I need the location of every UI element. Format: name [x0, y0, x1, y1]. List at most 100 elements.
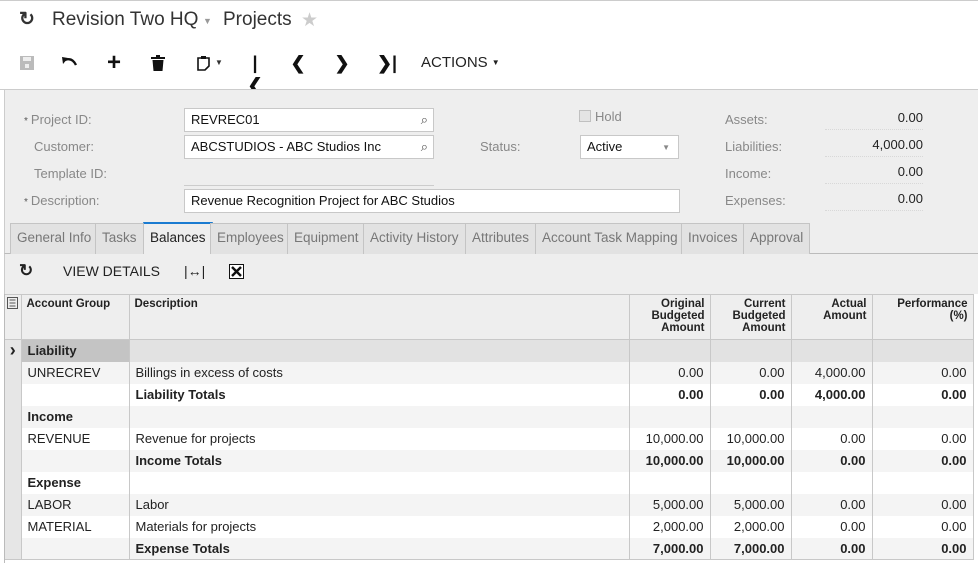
row-selector[interactable] — [5, 383, 22, 406]
project-id-input[interactable]: REVREC01 ⌕ — [184, 108, 434, 132]
cell-current-budgeted[interactable]: 10,000.00 — [710, 427, 792, 450]
cell-current-budgeted[interactable] — [710, 471, 792, 494]
table-row[interactable]: UNRECREV Billings in excess of costs 0.00 0… — [5, 361, 974, 384]
cell-original-budgeted[interactable]: 0.00 — [629, 383, 711, 406]
cell-account-group[interactable]: Liability — [21, 339, 130, 362]
row-selector[interactable] — [5, 449, 22, 472]
add-button[interactable]: + — [104, 51, 124, 75]
undo-button[interactable] — [60, 52, 80, 74]
column-header-current-budgeted[interactable]: Current Budgeted Amount — [710, 294, 792, 340]
column-header-description[interactable]: Description — [129, 294, 630, 340]
table-row[interactable]: REVENUE Revenue for projects 10,000.00 10,0… — [5, 427, 974, 450]
tab-account-task-mapping[interactable]: Account Task Mapping — [535, 223, 685, 254]
tab-equipment[interactable]: Equipment — [287, 223, 366, 254]
total-row[interactable]: Expense Totals 7,000.00 7,000.00 0.00 0.00 — [5, 537, 974, 560]
cell-account-group[interactable] — [21, 383, 130, 406]
caret-down-icon[interactable]: ▼ — [203, 16, 212, 26]
row-selector[interactable] — [5, 515, 22, 538]
column-header-actual[interactable]: Actual Amount — [791, 294, 873, 340]
cell-current-budgeted[interactable] — [710, 405, 792, 428]
cell-original-budgeted[interactable]: 0.00 — [629, 361, 711, 384]
cell-description[interactable] — [129, 405, 630, 428]
tab-approval[interactable]: Approval — [743, 223, 811, 254]
cell-description[interactable]: Billings in excess of costs — [129, 361, 630, 384]
clipboard-button[interactable]: ▼ — [194, 52, 226, 74]
table-row[interactable]: LABOR Labor 5,000.00 5,000.00 0.00 0.00 — [5, 493, 974, 516]
cell-actual[interactable] — [791, 471, 873, 494]
cell-account-group[interactable]: UNRECREV — [21, 361, 130, 384]
refresh-icon[interactable]: ↻ — [19, 10, 37, 30]
cell-actual[interactable]: 0.00 — [791, 537, 873, 560]
cell-actual[interactable] — [791, 339, 873, 362]
cell-current-budgeted[interactable]: 0.00 — [710, 383, 792, 406]
cell-actual[interactable]: 4,000.00 — [791, 383, 873, 406]
star-icon[interactable]: ★ — [301, 9, 318, 32]
cell-performance[interactable]: 0.00 — [872, 493, 974, 516]
cell-account-group[interactable]: Expense — [21, 471, 130, 494]
cell-original-budgeted[interactable] — [629, 405, 711, 428]
view-details-button[interactable]: VIEW DETAILS — [63, 263, 160, 279]
cell-actual[interactable]: 0.00 — [791, 449, 873, 472]
total-row[interactable]: Income Totals 10,000.00 10,000.00 0.00 0.00 — [5, 449, 974, 472]
row-selector[interactable] — [5, 493, 22, 516]
cell-account-group[interactable]: LABOR — [21, 493, 130, 516]
cell-performance[interactable]: 0.00 — [872, 361, 974, 384]
row-selector[interactable] — [5, 427, 22, 450]
description-input[interactable]: Revenue Recognition Project for ABC Stud… — [184, 189, 680, 213]
cell-account-group[interactable]: MATERIAL — [21, 515, 130, 538]
cell-performance[interactable] — [872, 471, 974, 494]
cell-original-budgeted[interactable]: 10,000.00 — [629, 449, 711, 472]
cell-original-budgeted[interactable]: 10,000.00 — [629, 427, 711, 450]
search-icon[interactable]: ⌕ — [421, 139, 428, 155]
export-excel-button[interactable] — [229, 264, 244, 282]
cell-performance[interactable]: 0.00 — [872, 383, 974, 406]
cell-original-budgeted[interactable] — [629, 339, 711, 362]
cell-description[interactable]: Liability Totals — [129, 383, 630, 406]
hold-checkbox[interactable]: Hold — [579, 109, 622, 124]
template-id-input[interactable] — [184, 162, 434, 186]
cell-original-budgeted[interactable] — [629, 471, 711, 494]
delete-button[interactable] — [148, 52, 168, 74]
cell-actual[interactable]: 0.00 — [791, 515, 873, 538]
group-row[interactable]: Expense — [5, 471, 974, 494]
cell-description[interactable] — [129, 471, 630, 494]
total-row[interactable]: Liability Totals 0.00 0.00 4,000.00 0.00 — [5, 383, 974, 406]
save-button[interactable] — [18, 52, 36, 74]
cell-actual[interactable]: 0.00 — [791, 427, 873, 450]
first-record-button[interactable]: |❮ — [245, 52, 265, 95]
cell-current-budgeted[interactable]: 5,000.00 — [710, 493, 792, 516]
row-selector[interactable]: › — [5, 339, 22, 362]
cell-description[interactable]: Revenue for projects — [129, 427, 630, 450]
cell-performance[interactable] — [872, 405, 974, 428]
search-icon[interactable]: ⌕ — [421, 112, 428, 128]
row-selector[interactable] — [5, 471, 22, 494]
tab-invoices[interactable]: Invoices — [681, 223, 745, 254]
tab-balances[interactable]: Balances — [143, 222, 213, 255]
company-selector[interactable]: Revision Two HQ — [52, 9, 198, 31]
cell-account-group[interactable] — [21, 537, 130, 560]
cell-current-budgeted[interactable]: 7,000.00 — [710, 537, 792, 560]
next-button[interactable]: ❯ — [332, 52, 352, 74]
cell-current-budgeted[interactable]: 0.00 — [710, 361, 792, 384]
table-row[interactable]: MATERIAL Materials for projects 2,000.00 2,… — [5, 515, 974, 538]
cell-original-budgeted[interactable]: 2,000.00 — [629, 515, 711, 538]
row-selector[interactable] — [5, 361, 22, 384]
cell-performance[interactable]: 0.00 — [872, 449, 974, 472]
group-row[interactable]: › Liability — [5, 339, 974, 362]
row-selector[interactable] — [5, 405, 22, 428]
cell-performance[interactable]: 0.00 — [872, 515, 974, 538]
actions-menu-button[interactable]: ACTIONS ▼ — [421, 52, 500, 74]
customer-input[interactable]: ABCSTUDIOS - ABC Studios Inc ⌕ — [184, 135, 434, 159]
tab-employees[interactable]: Employees — [210, 223, 291, 254]
tab-activity-history[interactable]: Activity History — [363, 223, 466, 254]
cell-description[interactable] — [129, 339, 630, 362]
cell-actual[interactable] — [791, 405, 873, 428]
cell-description[interactable]: Labor — [129, 493, 630, 516]
tab-tasks[interactable]: Tasks — [95, 223, 144, 254]
cell-description[interactable]: Income Totals — [129, 449, 630, 472]
cell-account-group[interactable] — [21, 449, 130, 472]
tab-attributes[interactable]: Attributes — [465, 223, 537, 254]
cell-original-budgeted[interactable]: 7,000.00 — [629, 537, 711, 560]
cell-current-budgeted[interactable]: 10,000.00 — [710, 449, 792, 472]
column-header-original-budgeted[interactable]: Original Budgeted Amount — [629, 294, 711, 340]
